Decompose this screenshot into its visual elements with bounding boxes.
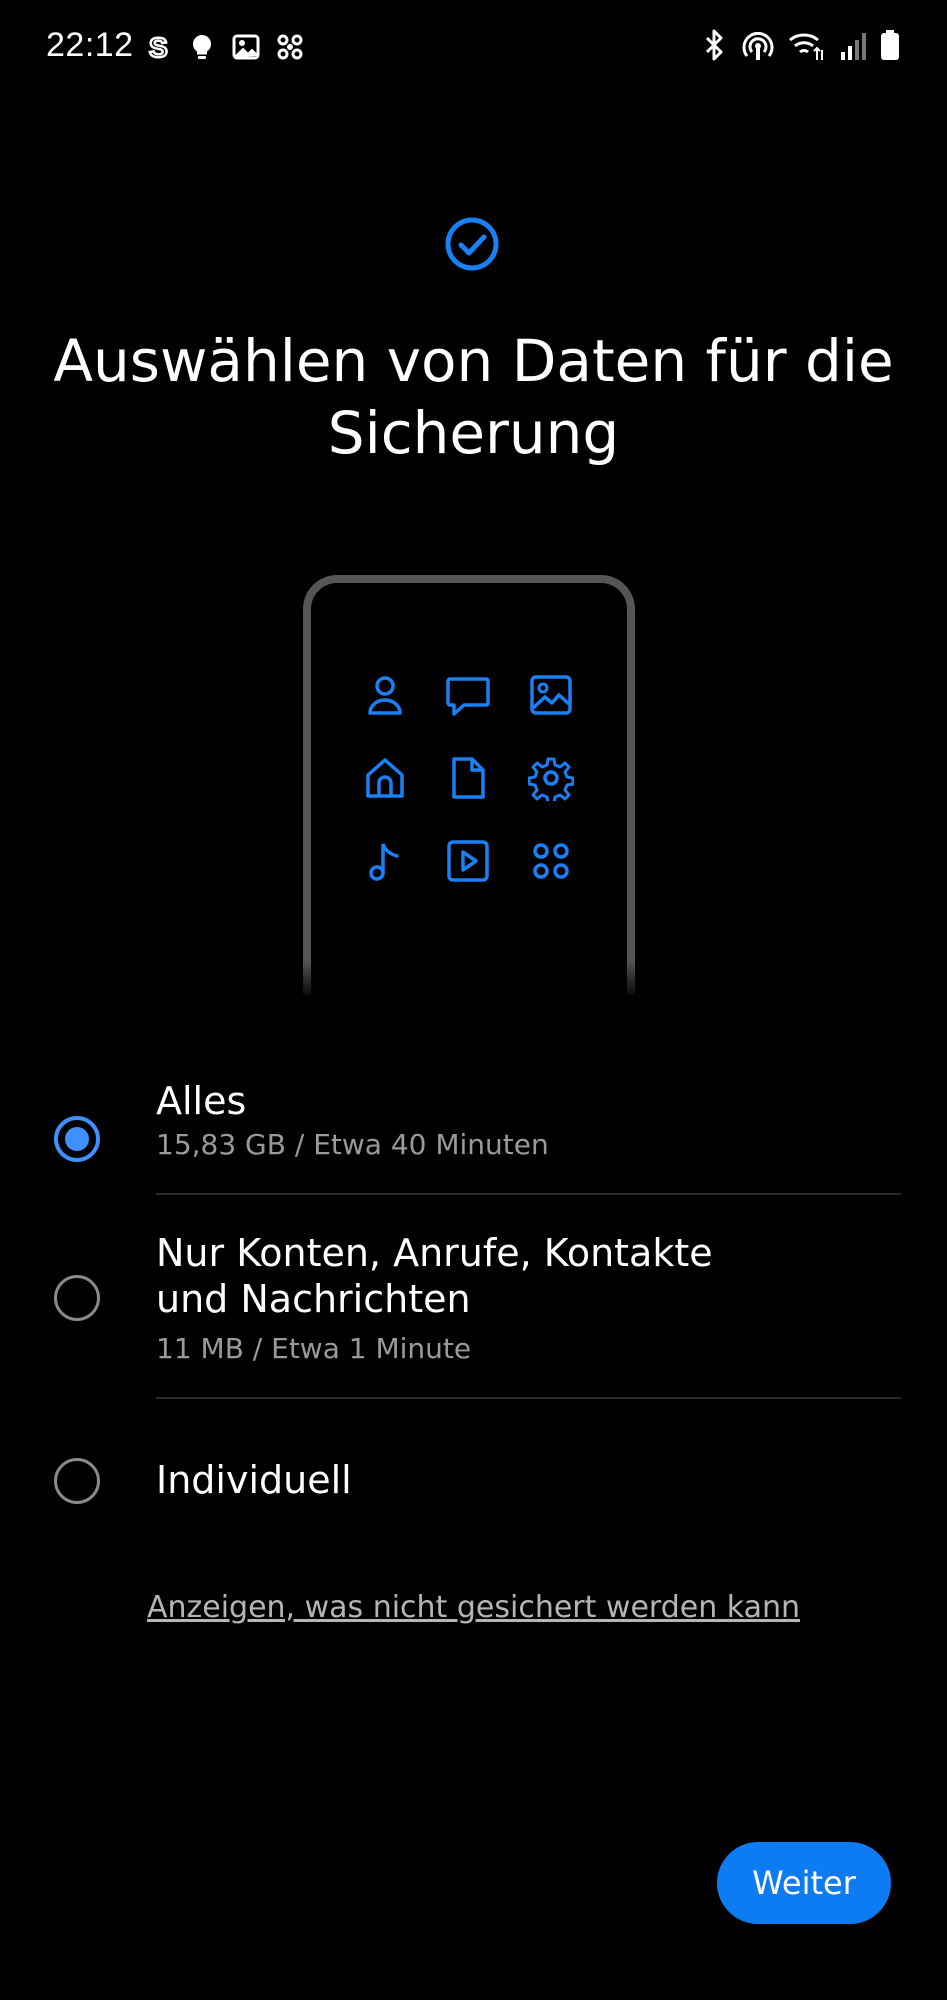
option-konten[interactable]: Nur Konten, Anrufe, Kontakte und Nachric… [0, 1230, 947, 1365]
option-label: Individuell [156, 1458, 352, 1502]
hotspot-icon [741, 28, 775, 62]
settings-icon [527, 755, 575, 805]
signal-icon [837, 28, 867, 62]
image-icon [231, 30, 261, 64]
next-button[interactable]: Weiter [717, 1842, 891, 1924]
app-icons-grid [362, 672, 582, 892]
s-icon: S [143, 30, 173, 65]
phone-fade [300, 960, 642, 1000]
wifi-icon [787, 28, 825, 62]
option-alles[interactable]: Alles 15,83 GB / Etwa 40 Minuten [0, 1070, 947, 1190]
gallery-icon [528, 672, 574, 718]
home-icon [362, 755, 408, 801]
status-left-icons: S [143, 30, 305, 64]
check-circle-icon [444, 216, 500, 272]
page-title: Auswählen von Daten für die Sicherung [53, 327, 894, 467]
divider [156, 1397, 901, 1399]
status-right-icons [699, 28, 901, 62]
bulb-icon [187, 30, 217, 64]
radio-button-selected[interactable] [54, 1116, 100, 1162]
status-bar: 22:12 S [0, 0, 947, 96]
radio-button[interactable] [54, 1458, 100, 1504]
message-icon [445, 672, 491, 718]
option-individuell[interactable]: Individuell [0, 1440, 947, 1520]
svg-text:S: S [149, 32, 168, 63]
bluetooth-icon [699, 28, 729, 62]
option-label: Alles [156, 1079, 247, 1123]
status-time: 22:12 [46, 26, 134, 64]
option-sublabel: 15,83 GB / Etwa 40 Minuten [156, 1128, 549, 1161]
option-sublabel: 11 MB / Etwa 1 Minute [156, 1332, 472, 1365]
document-icon [445, 755, 491, 801]
flower-icon [275, 30, 305, 64]
unsupported-data-link[interactable]: Anzeigen, was nicht gesichert werden kan… [0, 1590, 947, 1625]
music-icon [362, 838, 408, 884]
divider [156, 1193, 901, 1195]
option-label: Nur Konten, Anrufe, Kontakte und Nachric… [156, 1231, 713, 1321]
person-icon [362, 672, 408, 718]
apps-icon [528, 838, 574, 884]
battery-icon [879, 28, 901, 62]
play-icon [445, 838, 491, 884]
radio-button[interactable] [54, 1275, 100, 1321]
